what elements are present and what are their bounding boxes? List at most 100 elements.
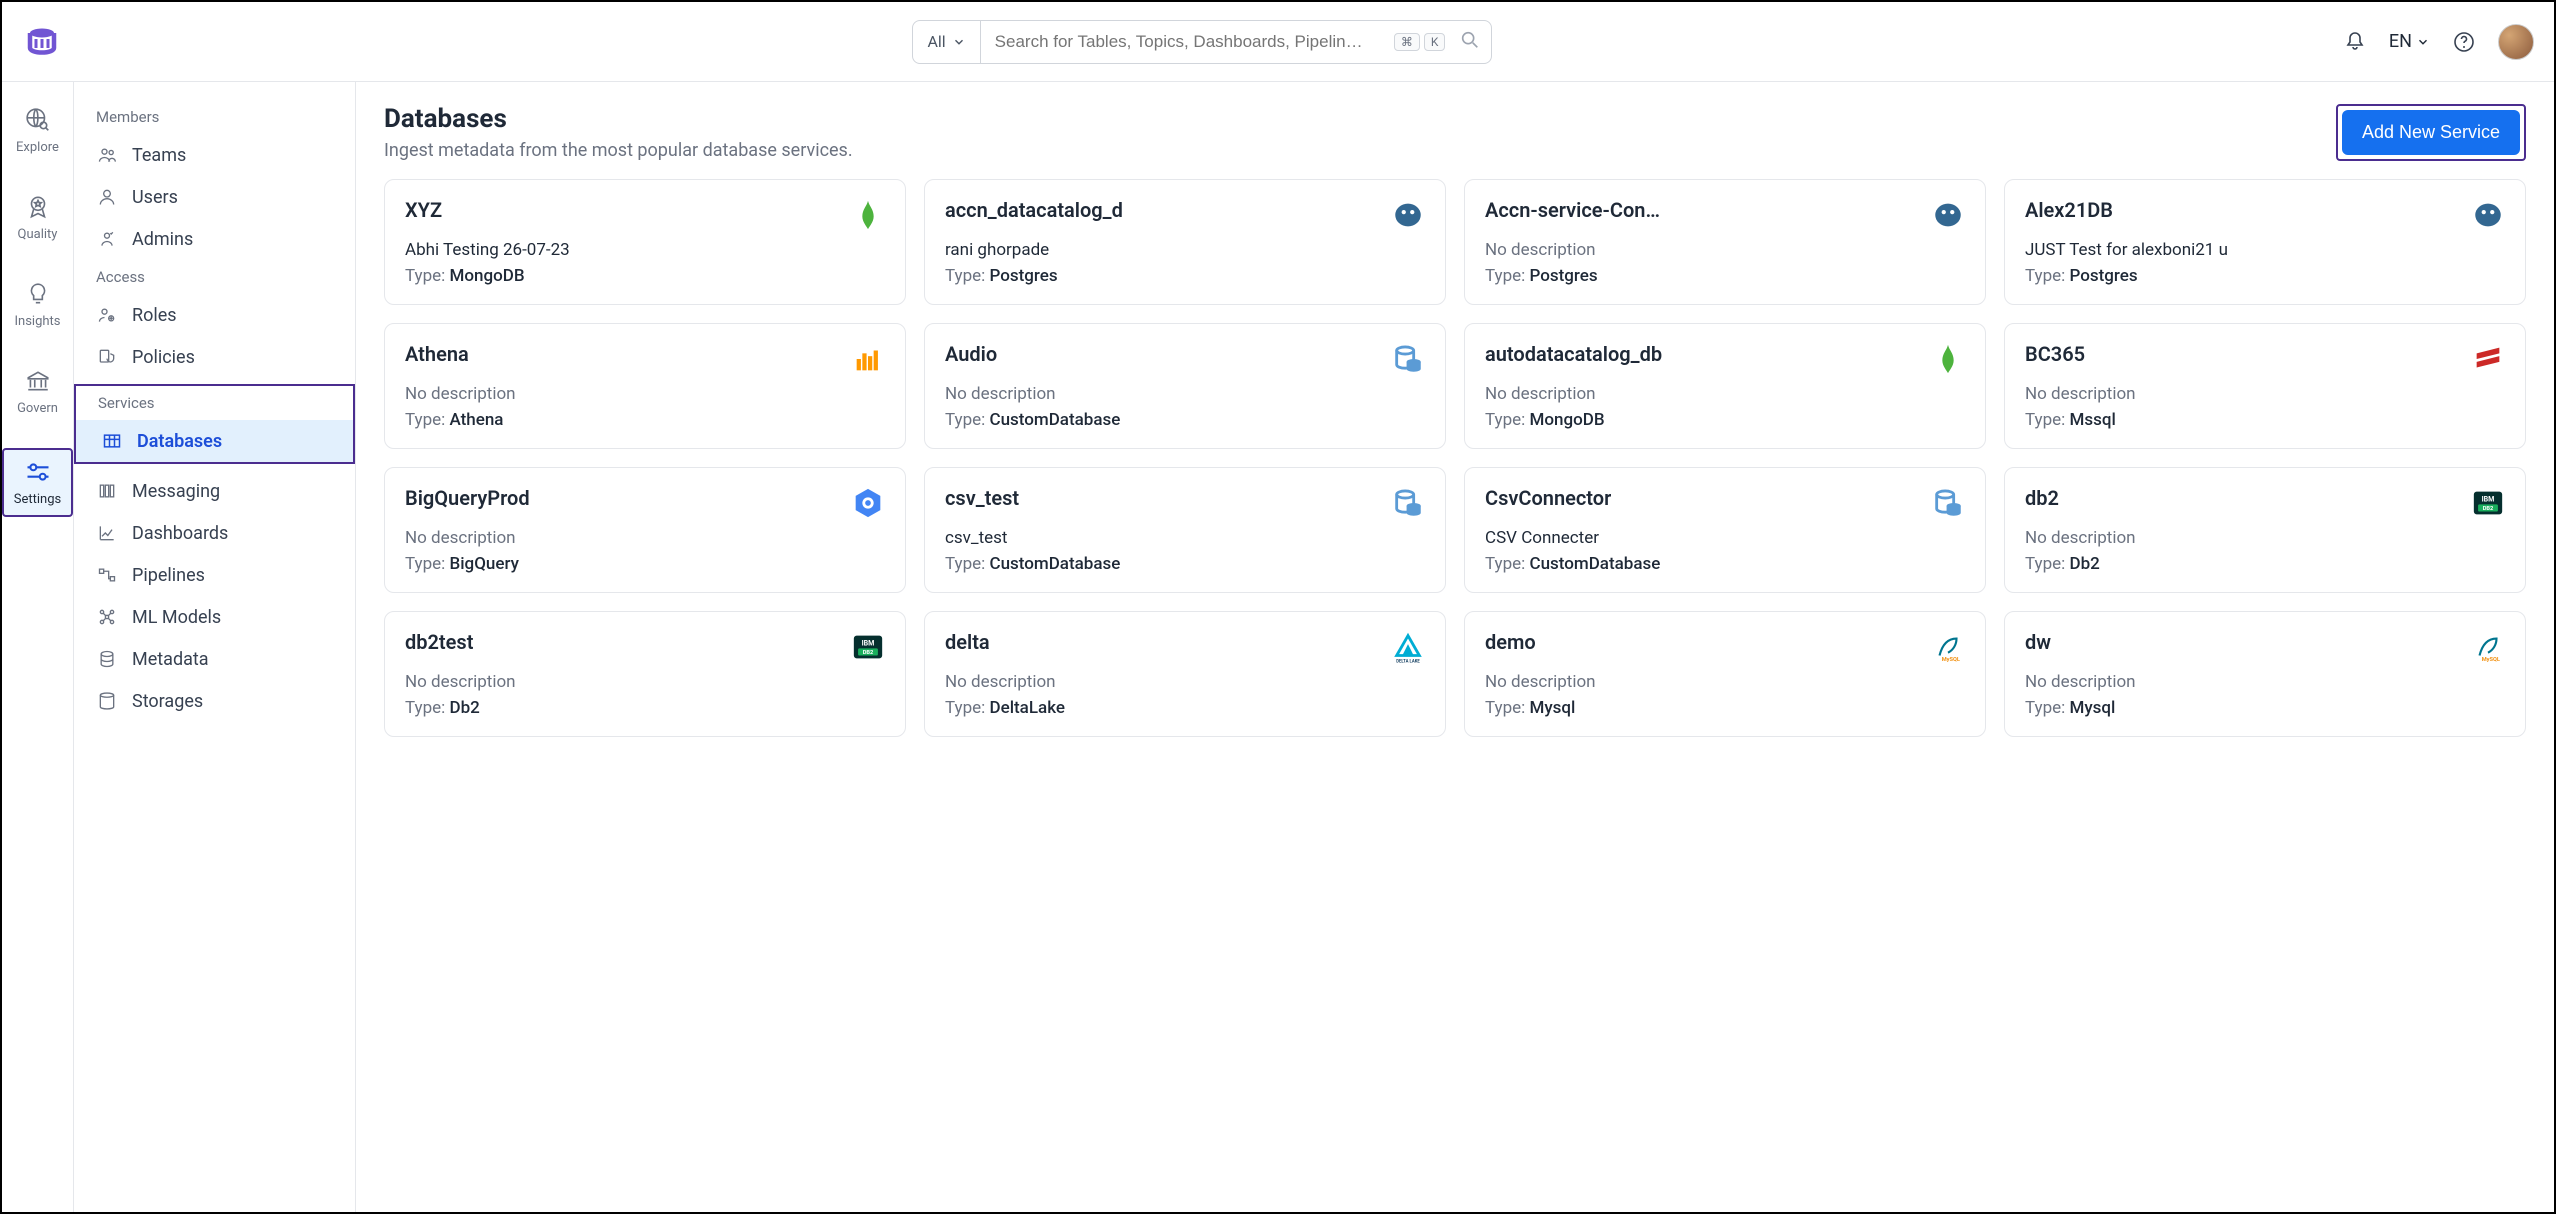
service-type: Type: Postgres: [1485, 266, 1965, 286]
sidebar-group-services: Services: [76, 386, 353, 420]
search-kbd-hint: ⌘ K: [1394, 33, 1446, 51]
global-search: All ⌘ K: [912, 20, 1492, 64]
sidebar-item-dashboards[interactable]: Dashboards: [74, 512, 355, 554]
service-description: CSV Connecter: [1485, 528, 1965, 548]
service-card[interactable]: Accn-service-Conne No description Type: …: [1464, 179, 1986, 305]
sidebar-services-highlight: Services Databases: [74, 384, 355, 464]
search-icon[interactable]: [1459, 29, 1491, 55]
service-card[interactable]: db2 No description Type: Db2: [2004, 467, 2526, 593]
service-description: Abhi Testing 26-07-23: [405, 240, 885, 260]
sidebar-item-label: Dashboards: [132, 523, 228, 544]
nav-rail-explore[interactable]: Explore: [2, 102, 73, 159]
sidebar-item-label: Pipelines: [132, 565, 205, 586]
mongodb-icon: [1931, 342, 1965, 376]
service-name: Alex21DB: [2025, 198, 2113, 222]
chevron-down-icon: [952, 35, 966, 49]
notifications-icon[interactable]: [2343, 30, 2367, 54]
nav-rail: Explore Quality Insights Govern Settings: [2, 82, 74, 1212]
nav-rail-insights[interactable]: Insights: [2, 276, 73, 333]
service-type: Type: Db2: [2025, 554, 2505, 574]
user-avatar[interactable]: [2498, 24, 2534, 60]
sidebar-item-label: Storages: [132, 691, 203, 712]
db2-icon: [2471, 486, 2505, 520]
service-description: No description: [945, 672, 1425, 692]
sidebar-group-members: Members: [74, 100, 355, 134]
table-icon: [101, 430, 123, 452]
service-type: Type: Postgres: [945, 266, 1425, 286]
service-card[interactable]: autodatacatalog_db No description Type: …: [1464, 323, 1986, 449]
service-description: No description: [2025, 384, 2505, 404]
sidebar-item-storages[interactable]: Storages: [74, 680, 355, 722]
service-description: csv_test: [945, 528, 1425, 548]
customdb-icon: [1391, 486, 1425, 520]
sidebar-item-databases[interactable]: Databases: [76, 420, 353, 462]
service-name: demo: [1485, 630, 1536, 654]
bank-icon: [24, 367, 52, 395]
search-input[interactable]: [995, 32, 1384, 52]
service-card[interactable]: CsvConnector CSV Connecter Type: CustomD…: [1464, 467, 1986, 593]
deltalake-icon: [1391, 630, 1425, 664]
sidebar-item-users[interactable]: Users: [74, 176, 355, 218]
service-card[interactable]: demo No description Type: Mysql: [1464, 611, 1986, 737]
sidebar-item-metadata[interactable]: Metadata: [74, 638, 355, 680]
service-description: No description: [405, 384, 885, 404]
postgres-icon: [1391, 198, 1425, 232]
sidebar-item-policies[interactable]: Policies: [74, 336, 355, 378]
nav-rail-quality[interactable]: Quality: [2, 189, 73, 246]
sidebar-item-admins[interactable]: Admins: [74, 218, 355, 260]
storage-icon: [96, 690, 118, 712]
user-icon: [96, 186, 118, 208]
service-name: accn_datacatalog_d: [945, 198, 1123, 222]
search-filter-dropdown[interactable]: All: [913, 21, 980, 63]
service-type: Type: Mysql: [2025, 698, 2505, 718]
app-header: All ⌘ K EN: [2, 2, 2554, 82]
service-type: Type: Mysql: [1485, 698, 1965, 718]
sidebar-item-label: Roles: [132, 305, 177, 326]
chevron-down-icon: [2416, 35, 2430, 49]
service-name: Accn-service-Conne: [1485, 198, 1665, 222]
sidebar-item-roles[interactable]: Roles: [74, 294, 355, 336]
service-card[interactable]: db2test No description Type: Db2: [384, 611, 906, 737]
sidebar-item-mlmodels[interactable]: ML Models: [74, 596, 355, 638]
service-card[interactable]: BC365 No description Type: Mssql: [2004, 323, 2526, 449]
network-icon: [96, 606, 118, 628]
nav-rail-govern[interactable]: Govern: [2, 363, 73, 420]
sidebar-item-label: Metadata: [132, 649, 209, 670]
service-type: Type: Postgres: [2025, 266, 2505, 286]
service-card[interactable]: BigQueryProd No description Type: BigQue…: [384, 467, 906, 593]
language-label: EN: [2389, 31, 2412, 52]
page-subtitle: Ingest metadata from the most popular da…: [384, 140, 853, 161]
service-card[interactable]: Athena No description Type: Athena: [384, 323, 906, 449]
service-card[interactable]: dw No description Type: Mysql: [2004, 611, 2526, 737]
service-name: BigQueryProd: [405, 486, 530, 510]
page-title: Databases: [384, 104, 853, 134]
roles-icon: [96, 304, 118, 326]
service-name: db2test: [405, 630, 473, 654]
language-selector[interactable]: EN: [2389, 31, 2430, 52]
service-type: Type: Db2: [405, 698, 885, 718]
app-logo[interactable]: [22, 22, 62, 62]
sidebar-item-messaging[interactable]: Messaging: [74, 470, 355, 512]
service-type: Type: Athena: [405, 410, 885, 430]
sidebar-item-teams[interactable]: Teams: [74, 134, 355, 176]
service-card[interactable]: delta No description Type: DeltaLake: [924, 611, 1446, 737]
sidebar-item-label: Messaging: [132, 481, 220, 502]
service-description: JUST Test for alexboni21 u: [2025, 240, 2505, 260]
nav-rail-settings[interactable]: Settings: [2, 448, 73, 517]
shield-icon: [96, 346, 118, 368]
columns-icon: [96, 480, 118, 502]
service-card[interactable]: accn_datacatalog_d rani ghorpade Type: P…: [924, 179, 1446, 305]
sidebar-item-label: Databases: [137, 431, 222, 452]
sidebar-item-pipelines[interactable]: Pipelines: [74, 554, 355, 596]
service-card[interactable]: Audio No description Type: CustomDatabas…: [924, 323, 1446, 449]
service-card[interactable]: csv_test csv_test Type: CustomDatabase: [924, 467, 1446, 593]
service-card[interactable]: XYZ Abhi Testing 26-07-23 Type: MongoDB: [384, 179, 906, 305]
service-name: CsvConnector: [1485, 486, 1611, 510]
admin-icon: [96, 228, 118, 250]
globe-search-icon: [24, 106, 52, 134]
help-icon[interactable]: [2452, 30, 2476, 54]
sliders-icon: [24, 458, 52, 486]
chart-icon: [96, 522, 118, 544]
service-card[interactable]: Alex21DB JUST Test for alexboni21 u Type…: [2004, 179, 2526, 305]
add-new-service-button[interactable]: Add New Service: [2342, 110, 2520, 155]
